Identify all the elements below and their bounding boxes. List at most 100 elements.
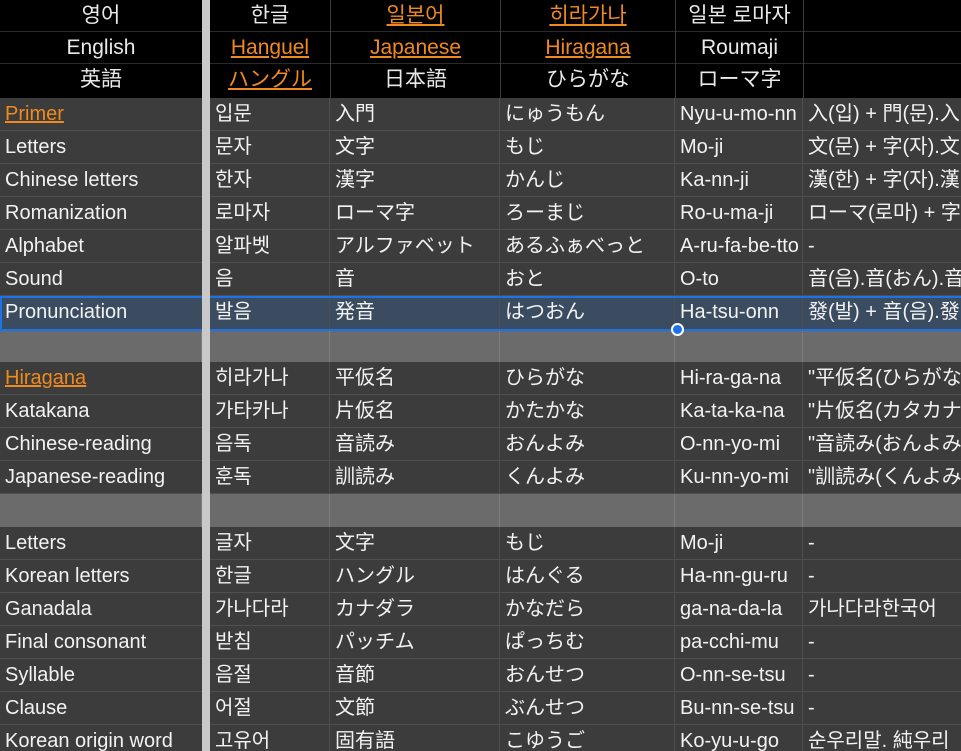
cell-english[interactable]: Primer xyxy=(0,98,202,131)
cell-japanese[interactable]: カナダラ xyxy=(330,593,500,626)
table-row[interactable]: 어절文節ぶんせつBu-nn-se-tsu- xyxy=(210,692,961,725)
cell-japanese[interactable]: 音読み xyxy=(330,428,500,461)
cell-hanguel[interactable]: 받침 xyxy=(210,626,330,659)
cell-jatoko[interactable]: "片仮名(カタカナ xyxy=(803,395,961,428)
table-row[interactable]: 발음発音はつおんHa-tsu-onn發(발) + 音(음).發 xyxy=(210,296,961,329)
cell-roumaji[interactable]: A-ru-fa-be-tto xyxy=(675,230,803,263)
cell-roumaji[interactable]: Mo-ji xyxy=(675,527,803,560)
cell-jatoko[interactable]: - xyxy=(803,230,961,263)
cell-roumaji[interactable]: O-nn-se-tsu xyxy=(675,659,803,692)
table-row[interactable]: 음音おとO-to音(음).音(おん).音 xyxy=(210,263,961,296)
cell-english[interactable]: Katakana xyxy=(0,395,202,428)
cell-hanguel[interactable]: 히라가나 xyxy=(210,362,330,395)
cell-hanguel[interactable]: 발음 xyxy=(210,296,330,329)
cell-english[interactable]: Chinese letters xyxy=(0,164,202,197)
cell-roumaji[interactable]: Ka-nn-ji xyxy=(675,164,803,197)
cell-japanese[interactable]: 文節 xyxy=(330,692,500,725)
table-row[interactable]: Pronunciation xyxy=(0,296,202,329)
cell-hanguel[interactable] xyxy=(210,329,330,362)
table-row[interactable]: 고유어固有語こゆうごKo-yu-u-go순우리말. 純우리 xyxy=(210,725,961,751)
cell-japanese[interactable]: アルファベット xyxy=(330,230,500,263)
table-row[interactable]: Primer xyxy=(0,98,202,131)
cell-roumaji[interactable] xyxy=(675,329,803,362)
cell-english[interactable]: Korean origin word xyxy=(0,725,202,751)
header-hiragana-line-0[interactable]: 히라가나 xyxy=(501,0,675,32)
cell-hanguel[interactable]: 음독 xyxy=(210,428,330,461)
table-row[interactable]: Syllable xyxy=(0,659,202,692)
cell-hanguel[interactable]: 글자 xyxy=(210,527,330,560)
cell-english[interactable]: Japanese-reading xyxy=(0,461,202,494)
header-hanguel-line-1[interactable]: Hanguel xyxy=(210,32,330,64)
cell-hiragana[interactable]: もじ xyxy=(500,131,675,164)
cell-english[interactable]: Chinese-reading xyxy=(0,428,202,461)
cell-roumaji[interactable]: Mo-ji xyxy=(675,131,803,164)
cell-japanese[interactable]: 音 xyxy=(330,263,500,296)
cell-hiragana[interactable]: あるふぁべっと xyxy=(500,230,675,263)
cell-hiragana[interactable]: かたかな xyxy=(500,395,675,428)
cell-english[interactable]: Letters xyxy=(0,527,202,560)
cell-roumaji[interactable]: Ha-tsu-onn xyxy=(675,296,803,329)
cell-japanese[interactable]: 文字 xyxy=(330,527,500,560)
cell-hiragana[interactable]: ろーまじ xyxy=(500,197,675,230)
cell-jatoko[interactable]: ローマ(로마) + 字 xyxy=(803,197,961,230)
table-row[interactable]: Letters xyxy=(0,131,202,164)
cell-japanese[interactable]: 文字 xyxy=(330,131,500,164)
cell-roumaji[interactable]: O-to xyxy=(675,263,803,296)
cell-japanese[interactable]: 片仮名 xyxy=(330,395,500,428)
header-japanese-line-1[interactable]: Japanese xyxy=(331,32,500,64)
table-row[interactable]: 문자文字もじMo-ji文(문) + 字(자).文 xyxy=(210,131,961,164)
cell-roumaji[interactable]: Ko-yu-u-go xyxy=(675,725,803,751)
cell-english[interactable]: Hiragana xyxy=(0,362,202,395)
cell-jatoko[interactable]: 文(문) + 字(자).文 xyxy=(803,131,961,164)
cell-english[interactable] xyxy=(0,329,202,362)
table-row[interactable]: 로마자ローマ字ろーまじRo-u-ma-jiローマ(로마) + 字 xyxy=(210,197,961,230)
scrollable-column-pane[interactable]: 입문入門にゅうもんNyu-u-mo-nn入(입) + 門(문).入문자文字もじM… xyxy=(210,98,961,751)
cell-japanese[interactable]: 音節 xyxy=(330,659,500,692)
cell-jatoko[interactable] xyxy=(803,329,961,362)
header-column-roumaji[interactable]: 일본 로마자Roumajiローマ字 xyxy=(675,0,803,98)
cell-hanguel[interactable]: 음절 xyxy=(210,659,330,692)
cell-roumaji[interactable]: Bu-nn-se-tsu xyxy=(675,692,803,725)
table-row[interactable]: Katakana xyxy=(0,395,202,428)
frozen-pane-divider[interactable] xyxy=(202,98,210,751)
cell-hanguel[interactable]: 가나다라 xyxy=(210,593,330,626)
cell-hanguel[interactable]: 음 xyxy=(210,263,330,296)
header-hanguel-line-2[interactable]: ハングル xyxy=(210,64,330,96)
header-column-hanguel[interactable]: 한글Hanguelハングル xyxy=(210,0,330,98)
cell-jatoko[interactable] xyxy=(803,494,961,527)
cell-hanguel[interactable] xyxy=(210,494,330,527)
table-row[interactable]: 알파벳アルファベットあるふぁべっとA-ru-fa-be-tto- xyxy=(210,230,961,263)
cell-english[interactable]: Ganadala xyxy=(0,593,202,626)
cell-hanguel[interactable]: 한자 xyxy=(210,164,330,197)
header-column-jatoko[interactable]: JaToKo 해JaToKoJaToKo 解 xyxy=(803,0,961,98)
table-row[interactable]: 글자文字もじMo-ji- xyxy=(210,527,961,560)
cell-hanguel[interactable]: 문자 xyxy=(210,131,330,164)
table-row[interactable]: 한자漢字かんじKa-nn-ji漢(한) + 字(자).漢 xyxy=(210,164,961,197)
table-row[interactable]: 음절音節おんせつO-nn-se-tsu- xyxy=(210,659,961,692)
cell-hiragana[interactable]: はつおん xyxy=(500,296,675,329)
fill-handle[interactable] xyxy=(671,323,684,336)
cell-japanese[interactable] xyxy=(330,494,500,527)
cell-roumaji[interactable]: ga-na-da-la xyxy=(675,593,803,626)
cell-hiragana[interactable]: くんよみ xyxy=(500,461,675,494)
header-hiragana-line-1[interactable]: Hiragana xyxy=(501,32,675,64)
cell-jatoko[interactable]: - xyxy=(803,560,961,593)
cell-japanese[interactable]: 漢字 xyxy=(330,164,500,197)
table-row[interactable]: Letters xyxy=(0,527,202,560)
table-row[interactable]: 받침パッチムぱっちむpa-cchi-mu- xyxy=(210,626,961,659)
cell-english[interactable]: Final consonant xyxy=(0,626,202,659)
cell-japanese[interactable]: 平仮名 xyxy=(330,362,500,395)
cell-jatoko[interactable]: - xyxy=(803,527,961,560)
cell-japanese[interactable] xyxy=(330,329,500,362)
table-row[interactable]: 한글ハングルはんぐるHa-nn-gu-ru- xyxy=(210,560,961,593)
table-row[interactable]: Korean origin word xyxy=(0,725,202,751)
cell-roumaji[interactable]: pa-cchi-mu xyxy=(675,626,803,659)
cell-roumaji[interactable]: O-nn-yo-mi xyxy=(675,428,803,461)
cell-hanguel[interactable]: 가타카나 xyxy=(210,395,330,428)
cell-japanese[interactable]: 発音 xyxy=(330,296,500,329)
header-column-japanese[interactable]: 일본어Japanese日本語 xyxy=(330,0,500,98)
cell-jatoko[interactable]: - xyxy=(803,626,961,659)
cell-english[interactable]: Letters xyxy=(0,131,202,164)
cell-hiragana[interactable] xyxy=(500,329,675,362)
cell-hiragana[interactable]: もじ xyxy=(500,527,675,560)
